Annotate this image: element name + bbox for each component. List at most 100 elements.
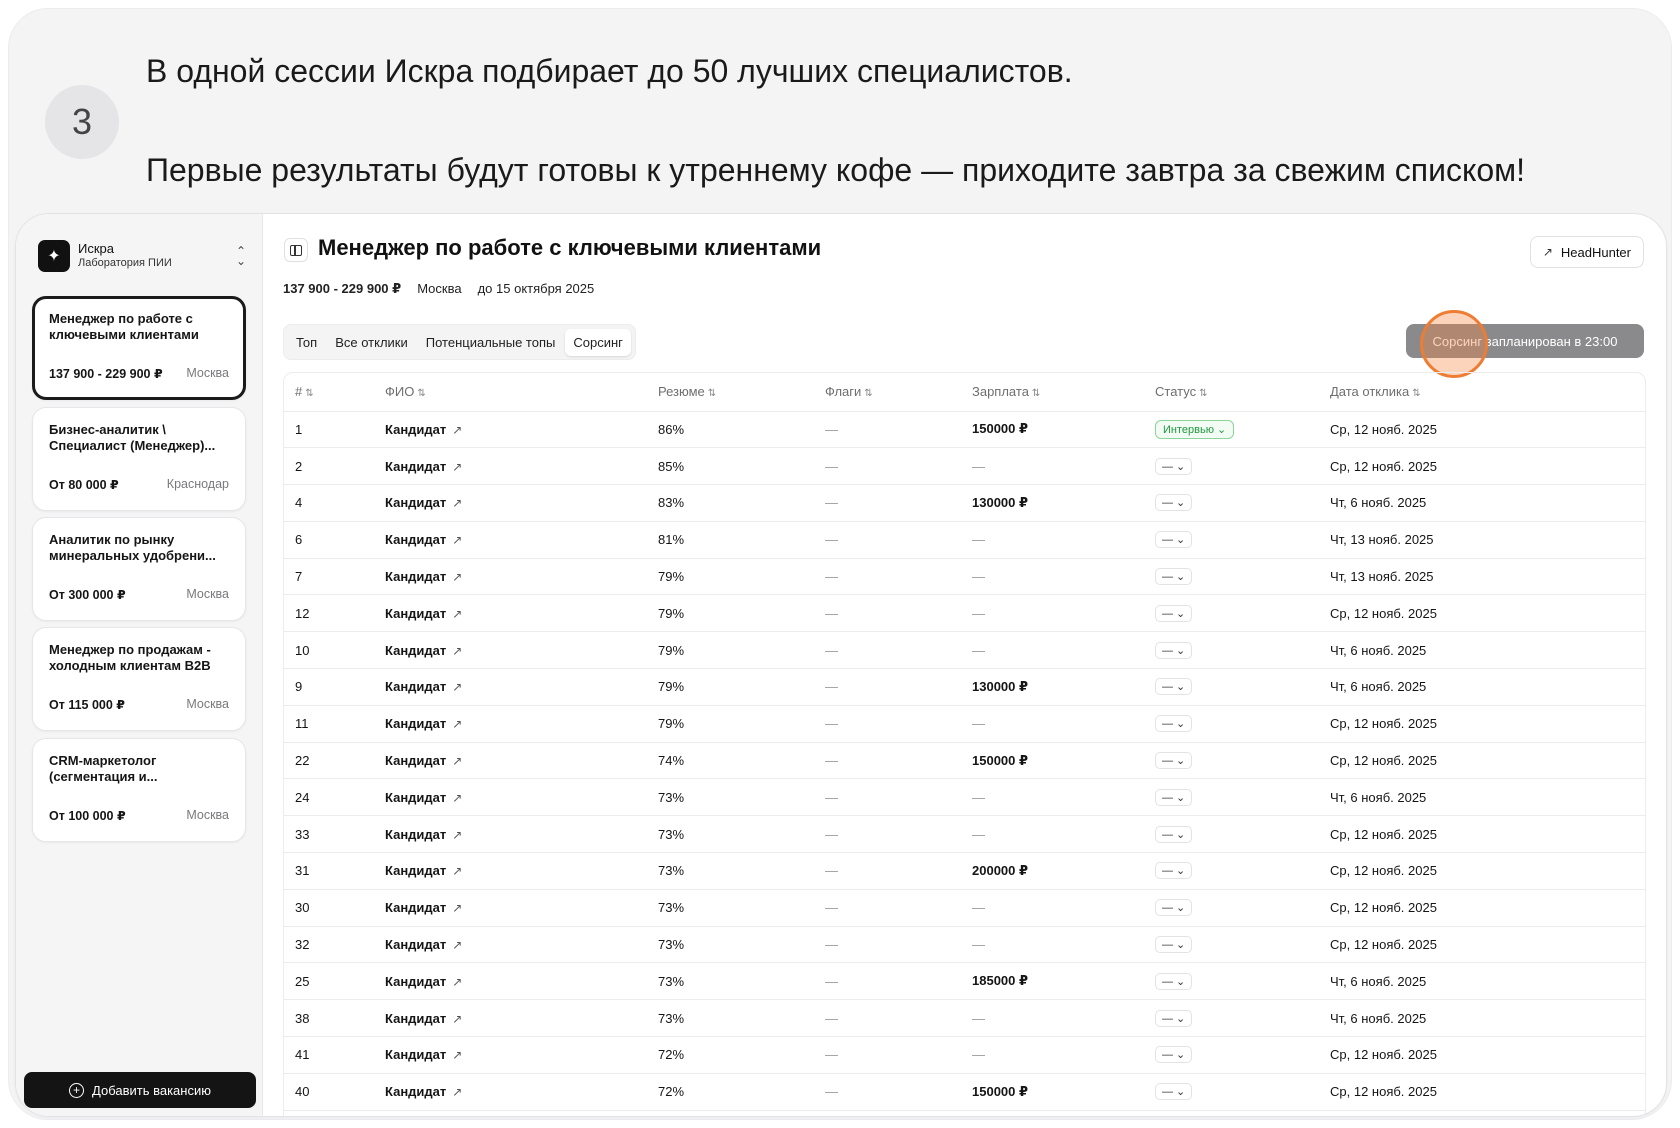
column-header[interactable]: Дата отклика ⇅: [1330, 373, 1645, 412]
sort-icon[interactable]: ⇅: [305, 388, 313, 399]
external-link-icon[interactable]: ↗: [452, 644, 462, 658]
status-dropdown[interactable]: Интервью ⌄: [1155, 419, 1235, 439]
external-link-icon[interactable]: ↗: [452, 901, 462, 915]
status-dropdown[interactable]: — ⌄: [1155, 604, 1193, 622]
candidate-name[interactable]: Кандидат ↗: [385, 484, 658, 522]
column-header[interactable]: Резюме ⇅: [658, 373, 825, 412]
column-header[interactable]: # ⇅: [284, 373, 385, 412]
status-dropdown[interactable]: — ⌄: [1155, 494, 1193, 512]
table-row[interactable]: 40 Кандидат ↗ 72% —150000 ₽ — ⌄ Ср, 12 нояб. 2…: [284, 1073, 1645, 1111]
tab-item[interactable]: Все отклики: [327, 329, 416, 356]
candidate-name[interactable]: Кандидат ↗: [385, 889, 658, 927]
table-row[interactable]: 33 Кандидат ↗ 73% — — — ⌄ Ср, 12 нояб. 2025: [284, 815, 1645, 854]
external-link-icon[interactable]: ↗: [452, 680, 462, 694]
sort-icon[interactable]: ⇅: [708, 388, 716, 399]
vacancy-card[interactable]: Аналитик по рынку минеральных удобрени..…: [32, 517, 246, 621]
status-dropdown[interactable]: — ⌄: [1155, 1009, 1193, 1027]
sort-icon[interactable]: ⇅: [1199, 388, 1207, 399]
sort-icon[interactable]: ⇅: [1032, 388, 1040, 399]
status-dropdown[interactable]: — ⌄: [1155, 752, 1193, 770]
candidate-name[interactable]: Кандидат ↗: [385, 668, 658, 706]
candidate-name[interactable]: Кандидат ↗: [385, 594, 658, 633]
candidate-name[interactable]: Кандидат ↗: [385, 558, 658, 596]
external-link-icon[interactable]: ↗: [452, 570, 462, 584]
table-row[interactable]: 11 Кандидат ↗ 79% — — — ⌄ Ср, 12 нояб. 2025: [284, 705, 1645, 743]
status-dropdown[interactable]: — ⌄: [1155, 1046, 1193, 1064]
column-header[interactable]: Зарплата ⇅: [972, 373, 1155, 412]
toggle-sidebar-button[interactable]: [284, 238, 308, 262]
table-row[interactable]: 24 Кандидат ↗ 73% — — — ⌄ Чт, 6 нояб. 2025: [284, 778, 1645, 817]
table-row[interactable]: 32 Кандидат ↗ 73% — — — ⌄ Ср, 12 нояб. 2025: [284, 926, 1645, 964]
column-header[interactable]: Флаги ⇅: [825, 373, 972, 412]
candidate-name[interactable]: Кандидат ↗: [385, 926, 658, 964]
candidate-name[interactable]: Кандидат ↗: [385, 447, 658, 486]
external-link-icon[interactable]: ↗: [452, 938, 462, 952]
tab-item[interactable]: Топ: [288, 329, 325, 356]
status-dropdown[interactable]: — ⌄: [1155, 531, 1193, 549]
table-row[interactable]: 4 Кандидат ↗ 83% —130000 ₽ — ⌄ Чт, 6 нояб. 202…: [284, 484, 1645, 522]
external-link-icon[interactable]: ↗: [452, 496, 462, 510]
vacancy-card[interactable]: Менеджер по продажам - холодным клиентам…: [32, 627, 246, 731]
status-dropdown[interactable]: — ⌄: [1155, 568, 1193, 586]
candidate-name[interactable]: Кандидат ↗: [385, 631, 658, 670]
column-header[interactable]: ФИО ⇅: [385, 373, 658, 412]
vacancy-card[interactable]: Бизнес-аналитик \ Специалист (Менеджер).…: [32, 407, 246, 511]
status-dropdown[interactable]: — ⌄: [1155, 715, 1193, 733]
table-row[interactable]: 1 Кандидат ↗ 86% —150000 ₽ Интервью ⌄ Ср, 12 н…: [284, 411, 1645, 449]
table-row[interactable]: 22 Кандидат ↗ 74% —150000 ₽ — ⌄ Ср, 12 нояб. 2…: [284, 742, 1645, 780]
status-dropdown[interactable]: — ⌄: [1155, 936, 1193, 954]
table-row[interactable]: 7 Кандидат ↗ 79% — — — ⌄ Чт, 13 нояб. 2025: [284, 558, 1645, 596]
vacancy-card[interactable]: Менеджер по работе с ключевыми клиентами…: [32, 296, 246, 400]
candidate-name[interactable]: Кандидат ↗: [385, 1036, 658, 1074]
status-dropdown[interactable]: — ⌄: [1155, 641, 1193, 659]
sort-icon[interactable]: ⇅: [864, 388, 872, 399]
sort-icon[interactable]: ⇅: [1412, 388, 1420, 399]
status-dropdown[interactable]: — ⌄: [1155, 678, 1193, 696]
status-dropdown[interactable]: — ⌄: [1155, 457, 1193, 475]
external-link-icon[interactable]: ↗: [452, 1048, 462, 1062]
status-dropdown[interactable]: — ⌄: [1155, 862, 1193, 880]
add-vacancy-button[interactable]: + Добавить вакансию: [24, 1072, 256, 1108]
candidate-name[interactable]: Кандидат ↗: [385, 778, 658, 817]
external-link-icon[interactable]: ↗: [452, 1012, 462, 1026]
sort-icon[interactable]: ⇅: [417, 388, 425, 399]
candidate-name[interactable]: Кандидат ↗: [385, 705, 658, 743]
table-row[interactable]: 31 Кандидат ↗ 73% —200000 ₽ — ⌄ Ср, 12 нояб. 2…: [284, 852, 1645, 890]
candidate-name[interactable]: Кандидат ↗: [385, 852, 658, 890]
candidate-name[interactable]: Кандидат ↗: [385, 411, 658, 449]
external-link-icon[interactable]: ↗: [452, 460, 462, 474]
table-row[interactable]: 41 Кандидат ↗ 72% — — — ⌄ Ср, 12 нояб. 2025: [284, 1036, 1645, 1074]
external-link-icon[interactable]: ↗: [452, 754, 462, 768]
candidate-name[interactable]: Кандидат ↗: [385, 521, 658, 559]
column-header[interactable]: Статус ⇅: [1155, 373, 1330, 412]
candidate-name[interactable]: Кандидат ↗: [385, 815, 658, 854]
external-link-icon[interactable]: ↗: [452, 975, 462, 989]
table-row[interactable]: 6 Кандидат ↗ 81% — — — ⌄ Чт, 13 нояб. 2025: [284, 521, 1645, 559]
external-link-icon[interactable]: ↗: [452, 607, 462, 621]
table-row[interactable]: 2 Кандидат ↗ 85% — — — ⌄ Ср, 12 нояб. 2025: [284, 447, 1645, 486]
table-row[interactable]: 30 Кандидат ↗ 73% — — — ⌄ Ср, 12 нояб. 2025: [284, 889, 1645, 927]
tab-item[interactable]: Сорсинг: [565, 328, 631, 356]
table-row[interactable]: 12 Кандидат ↗ 79% — — — ⌄ Ср, 12 нояб. 2025: [284, 594, 1645, 633]
tab-item[interactable]: Потенциальные топы: [418, 329, 564, 356]
status-dropdown[interactable]: — ⌄: [1155, 825, 1193, 843]
vacancy-card[interactable]: CRM-маркетолог (сегментация и... От 100 0…: [32, 738, 246, 842]
external-link-icon[interactable]: ↗: [452, 533, 462, 547]
table-row[interactable]: 25 Кандидат ↗ 73% —185000 ₽ — ⌄ Чт, 6 нояб. 20…: [284, 962, 1645, 1001]
table-row[interactable]: 9 Кандидат ↗ 79% —130000 ₽ — ⌄ Чт, 6 нояб. 202…: [284, 668, 1645, 706]
external-link-icon[interactable]: ↗: [452, 423, 462, 437]
candidate-name[interactable]: Кандидат ↗: [385, 1073, 658, 1111]
org-switcher[interactable]: ✦ Искра Лаборатория ПИИ ⌃ ⌄: [38, 236, 248, 276]
chevron-up-down-icon[interactable]: ⌃ ⌄: [234, 245, 248, 267]
table-row[interactable]: 38 Кандидат ↗ 73% — — — ⌄ Чт, 6 нояб. 2025: [284, 999, 1645, 1038]
headhunter-button[interactable]: ↗ HeadHunter: [1529, 236, 1644, 268]
status-dropdown[interactable]: — ⌄: [1155, 788, 1193, 806]
external-link-icon[interactable]: ↗: [452, 791, 462, 805]
external-link-icon[interactable]: ↗: [452, 717, 462, 731]
candidate-name[interactable]: Кандидат ↗: [385, 962, 658, 1001]
candidate-name[interactable]: Кандидат ↗: [385, 999, 658, 1038]
candidate-name[interactable]: Кандидат ↗: [385, 742, 658, 780]
external-link-icon[interactable]: ↗: [452, 828, 462, 842]
table-row[interactable]: 10 Кандидат ↗ 79% — — — ⌄ Чт, 6 нояб. 2025: [284, 631, 1645, 670]
status-dropdown[interactable]: — ⌄: [1155, 899, 1193, 917]
